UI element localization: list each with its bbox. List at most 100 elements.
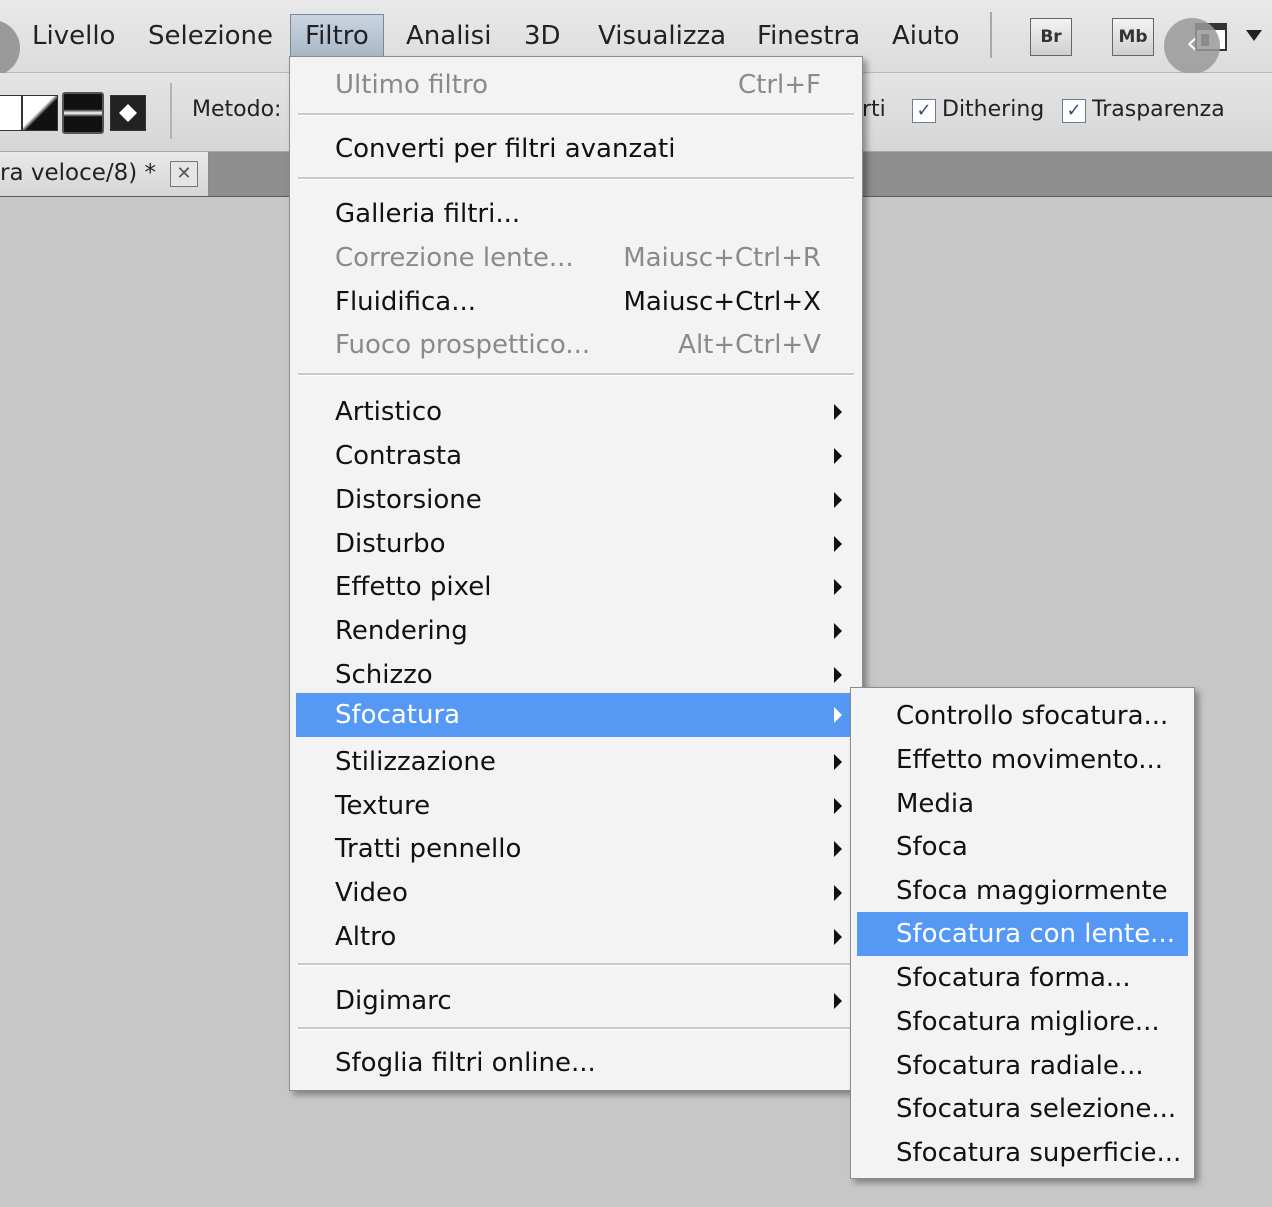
submenu-arrow-icon: [834, 885, 842, 901]
options-divider: [170, 83, 172, 139]
menu-item-effetto-pixel[interactable]: Effetto pixel: [296, 565, 856, 609]
submenu-item-label: Sfocatura superficie...: [896, 1138, 1182, 1168]
submenu-item-label: Sfoca: [896, 832, 968, 862]
sfocatura-submenu: Controllo sfocatura... Effetto movimento…: [850, 687, 1195, 1179]
submenu-item-label: Sfocatura forma...: [896, 963, 1131, 993]
menu-item-label: Converti per filtri avanzati: [335, 134, 676, 164]
gradient-diamond-icon[interactable]: [110, 95, 146, 131]
menu-item-label: Altro: [335, 922, 397, 952]
menu-item-label: Galleria filtri...: [335, 199, 521, 229]
menu-item-texture[interactable]: Texture: [296, 784, 856, 828]
menu-separator: [298, 177, 854, 180]
submenu-arrow-icon: [834, 623, 842, 639]
menu-item-label: Distorsione: [335, 485, 482, 515]
menu-item-ultimo-filtro[interactable]: Ultimo filtro Ctrl+F: [296, 63, 856, 107]
menu-item-correzione-lente[interactable]: Correzione lente... Maiusc+Ctrl+R: [296, 236, 856, 280]
document-tab-title: ra veloce/8) *: [0, 160, 157, 186]
menu-finestra[interactable]: Finestra: [743, 14, 874, 58]
menu-item-shortcut: Ctrl+F: [737, 70, 821, 100]
menu-visualizza[interactable]: Visualizza: [584, 14, 740, 58]
submenu-item-label: Controllo sfocatura...: [896, 701, 1169, 731]
menu-analisi[interactable]: Analisi: [392, 14, 505, 58]
menu-item-rendering[interactable]: Rendering: [296, 609, 856, 653]
submenu-item-sfocatura-selezione[interactable]: Sfocatura selezione...: [857, 1087, 1188, 1131]
menu-item-fuoco-prospettico[interactable]: Fuoco prospettico... Alt+Ctrl+V: [296, 323, 856, 367]
menu-item-label: Video: [335, 878, 408, 908]
submenu-item-sfocatura-radiale[interactable]: Sfocatura radiale...: [857, 1044, 1188, 1088]
submenu-item-label: Sfocatura migliore...: [896, 1007, 1160, 1037]
submenu-arrow-icon: [834, 841, 842, 857]
menu-item-galleria-filtri[interactable]: Galleria filtri...: [296, 192, 856, 236]
menu-livello[interactable]: Livello: [18, 14, 129, 58]
menu-item-stilizzazione[interactable]: Stilizzazione: [296, 740, 856, 784]
submenu-item-controllo-sfocatura[interactable]: Controllo sfocatura...: [857, 694, 1188, 738]
dithering-label: Dithering: [942, 97, 1045, 122]
menu-separator: [298, 963, 854, 966]
menu-item-label: Contrasta: [335, 441, 463, 471]
trasparenza-checkbox[interactable]: ✓: [1062, 99, 1086, 123]
menu-item-sfocatura[interactable]: Sfocatura: [296, 693, 856, 737]
menu-item-shortcut: Alt+Ctrl+V: [678, 330, 821, 360]
menu-item-shortcut: Maiusc+Ctrl+X: [623, 287, 821, 317]
gradient-radial-icon[interactable]: [22, 95, 58, 131]
submenu-item-media[interactable]: Media: [857, 782, 1188, 826]
prev-nav-icon[interactable]: ‹: [1164, 18, 1220, 74]
gradient-reflected-icon[interactable]: [62, 92, 104, 134]
menu-item-distorsione[interactable]: Distorsione: [296, 478, 856, 522]
menu-item-contrasta[interactable]: Contrasta: [296, 434, 856, 478]
menu-item-fluidifica[interactable]: Fluidifica... Maiusc+Ctrl+X: [296, 280, 856, 324]
submenu-arrow-icon: [834, 667, 842, 683]
filtro-menu: Ultimo filtro Ctrl+F Converti per filtri…: [289, 56, 863, 1091]
menu-selezione[interactable]: Selezione: [134, 14, 287, 58]
menu-item-label: Stilizzazione: [335, 747, 496, 777]
menu-aiuto[interactable]: Aiuto: [878, 14, 974, 58]
menu-filtro[interactable]: Filtro: [290, 14, 384, 58]
menu-item-label: Sfoglia filtri online...: [335, 1048, 596, 1078]
close-icon[interactable]: ✕: [170, 161, 198, 187]
back-nav-icon[interactable]: ‹: [0, 20, 20, 76]
method-label: Metodo:: [192, 97, 282, 122]
submenu-item-label: Sfocatura radiale...: [896, 1051, 1144, 1081]
menu-item-label: Digimarc: [335, 986, 452, 1016]
submenu-item-sfocatura-con-lente[interactable]: Sfocatura con lente...: [857, 912, 1188, 956]
submenu-item-sfoca-maggiormente[interactable]: Sfoca maggiormente: [857, 869, 1188, 913]
submenu-item-label: Sfocatura selezione...: [896, 1094, 1177, 1124]
submenu-arrow-icon: [834, 798, 842, 814]
trasparenza-label: Trasparenza: [1092, 97, 1225, 122]
menu-item-label: Disturbo: [335, 529, 446, 559]
submenu-item-sfocatura-migliore[interactable]: Sfocatura migliore...: [857, 1000, 1188, 1044]
menu-item-schizzo[interactable]: Schizzo: [296, 653, 856, 697]
submenu-item-label: Effetto movimento...: [896, 745, 1163, 775]
submenu-arrow-icon: [834, 448, 842, 464]
workspace-dropdown-icon[interactable]: [1246, 30, 1262, 41]
menu-item-digimarc[interactable]: Digimarc: [296, 979, 856, 1023]
submenu-arrow-icon: [834, 492, 842, 508]
menu-item-label: Artistico: [335, 397, 443, 427]
submenu-item-sfoca[interactable]: Sfoca: [857, 825, 1188, 869]
menu-item-label: Tratti pennello: [335, 834, 522, 864]
submenu-item-sfocatura-superficie[interactable]: Sfocatura superficie...: [857, 1131, 1188, 1175]
submenu-arrow-icon: [834, 536, 842, 552]
submenu-arrow-icon: [834, 707, 842, 723]
submenu-arrow-icon: [834, 929, 842, 945]
submenu-item-effetto-movimento[interactable]: Effetto movimento...: [857, 738, 1188, 782]
bridge-button[interactable]: Br: [1030, 18, 1072, 56]
menu-item-label: Correzione lente...: [335, 243, 574, 273]
submenu-item-sfocatura-forma[interactable]: Sfocatura forma...: [857, 956, 1188, 1000]
submenu-item-label: Sfoca maggiormente: [896, 876, 1168, 906]
menu-item-video[interactable]: Video: [296, 871, 856, 915]
dithering-checkbox[interactable]: ✓: [912, 99, 936, 123]
menu-item-converti[interactable]: Converti per filtri avanzati: [296, 127, 856, 171]
menu-item-disturbo[interactable]: Disturbo: [296, 522, 856, 566]
gradient-linear-icon[interactable]: [0, 95, 22, 131]
submenu-arrow-icon: [834, 754, 842, 770]
menu-item-label: Sfocatura: [335, 700, 461, 730]
menu-item-artistico[interactable]: Artistico: [296, 390, 856, 434]
menu-item-tratti-pennello[interactable]: Tratti pennello: [296, 827, 856, 871]
document-tab[interactable]: ra veloce/8) * ✕: [0, 152, 209, 196]
menu-item-altro[interactable]: Altro: [296, 915, 856, 959]
partial-option-label: rti: [862, 97, 886, 122]
menu-3d[interactable]: 3D: [510, 14, 575, 58]
menu-item-sfoglia-filtri-online[interactable]: Sfoglia filtri online...: [296, 1041, 856, 1085]
mini-bridge-button[interactable]: Mb: [1112, 18, 1154, 56]
